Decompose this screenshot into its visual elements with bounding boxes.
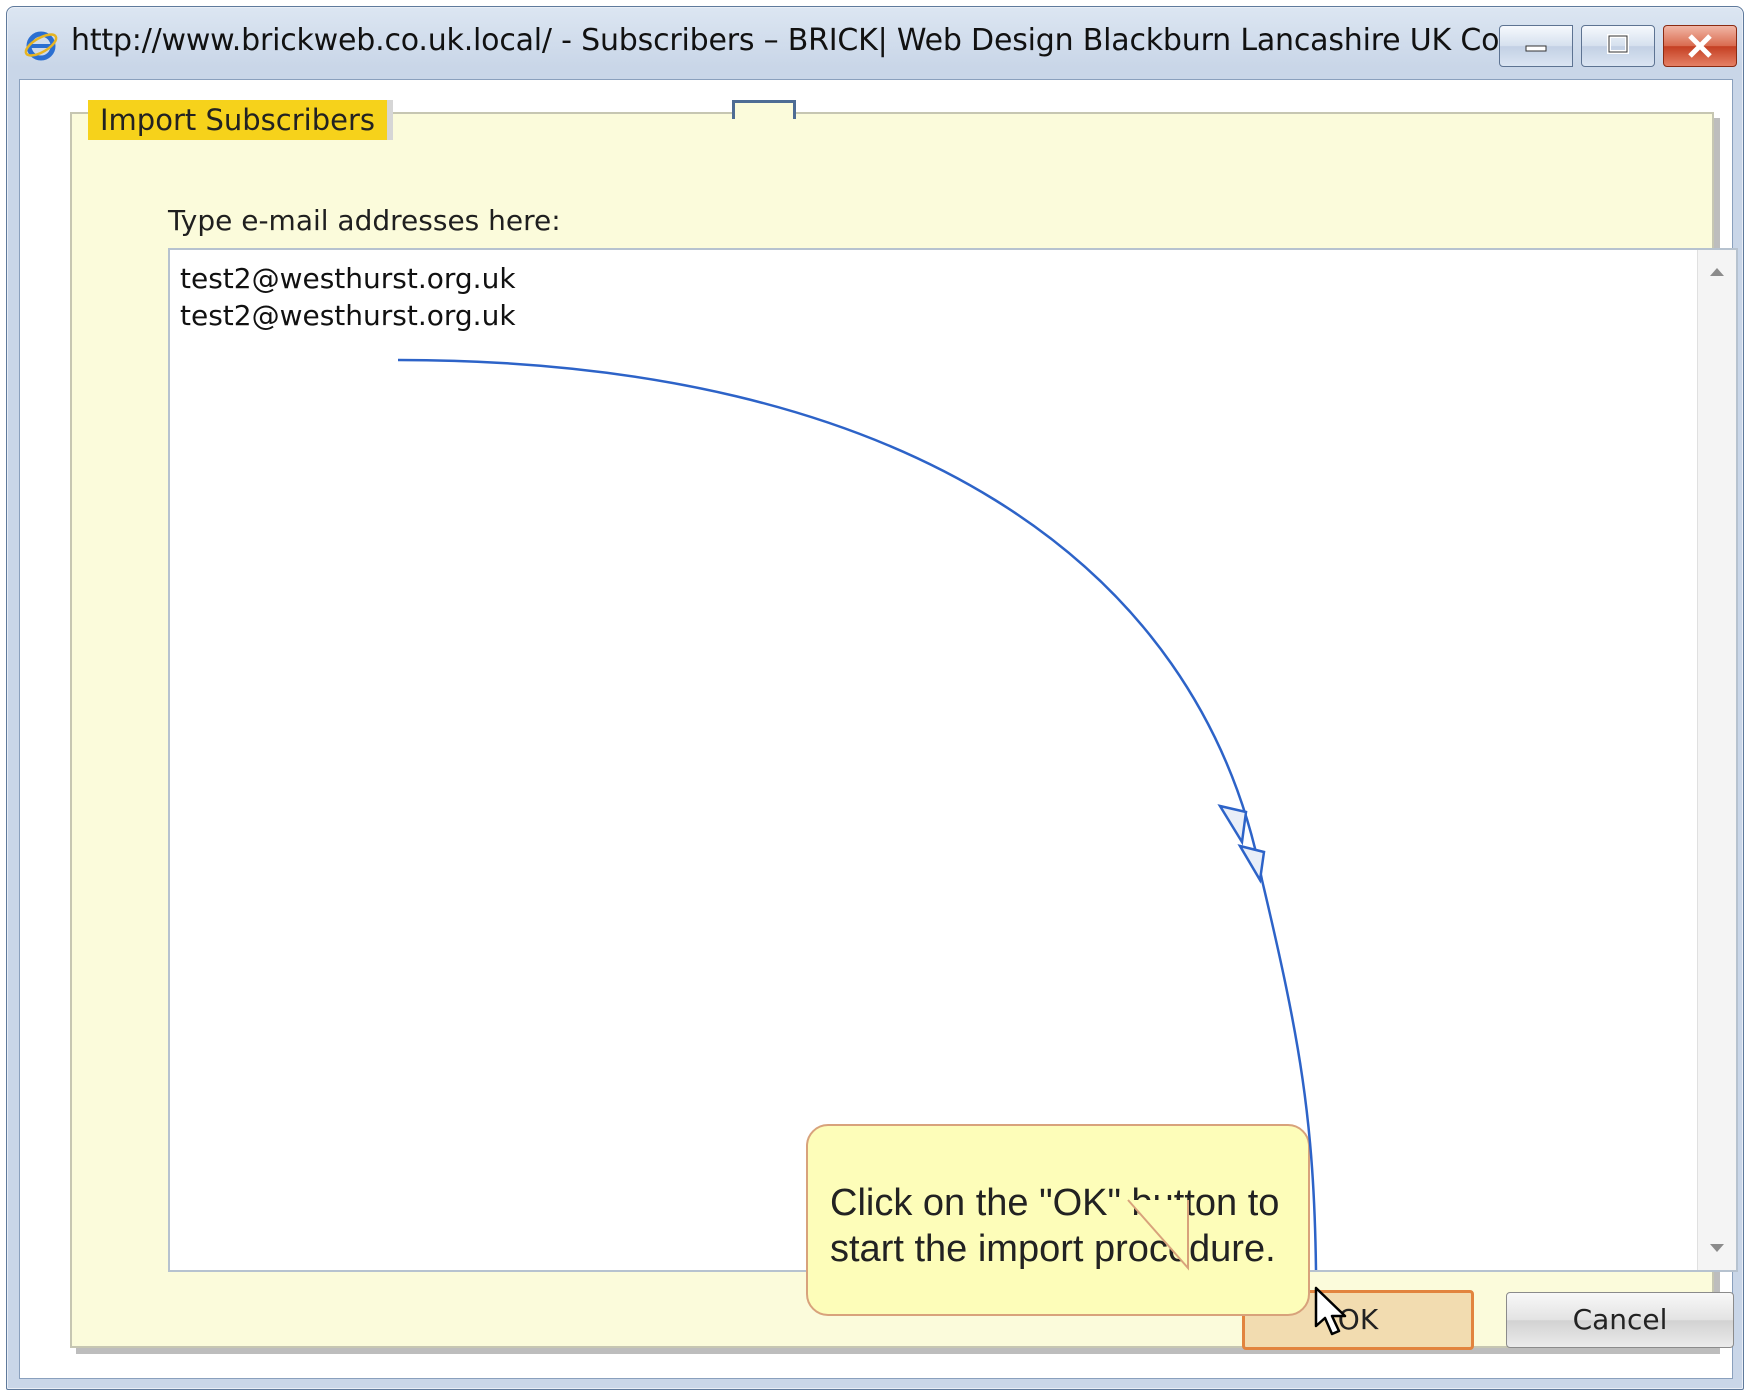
textarea-scrollbar[interactable] (1697, 250, 1736, 1270)
maximize-icon (1607, 34, 1629, 54)
callout-line: Click on the "OK" button to (830, 1182, 1280, 1224)
mouse-pointer-icon (1314, 1286, 1347, 1336)
import-subscribers-panel: Type e-mail addresses here: test2@westhu… (70, 112, 1738, 1350)
maximize-button[interactable] (1581, 25, 1655, 67)
scroll-up-icon[interactable] (1710, 268, 1724, 276)
internet-explorer-icon (24, 31, 58, 61)
email-line: test2@westhurst.org.uk (180, 262, 516, 295)
email-addresses-textarea[interactable]: test2@westhurst.org.uk test2@westhurst.o… (168, 248, 1738, 1272)
minimize-icon (1525, 45, 1547, 52)
email-list: test2@westhurst.org.uk test2@westhurst.o… (180, 260, 516, 334)
panel-handle-icon (732, 100, 796, 119)
email-line: test2@westhurst.org.uk (180, 299, 516, 332)
title-bar[interactable]: http://www.brickweb.co.uk.local/ - Subsc… (7, 7, 1743, 79)
email-prompt-label: Type e-mail addresses here: (168, 204, 561, 237)
import-subscribers-legend: Import Subscribers (88, 100, 393, 140)
callout-line: start the import procedure. (830, 1228, 1276, 1270)
cancel-button[interactable]: Cancel (1506, 1292, 1734, 1348)
dialog-content: Type e-mail addresses here: test2@westhu… (19, 79, 1738, 1379)
window-title: http://www.brickweb.co.uk.local/ - Subsc… (71, 23, 1547, 58)
minimize-button[interactable] (1499, 25, 1573, 67)
close-icon (1688, 34, 1712, 58)
browser-popup-window: http://www.brickweb.co.uk.local/ - Subsc… (6, 6, 1744, 1390)
instruction-callout: Click on the "OK" button to start the im… (806, 1124, 1310, 1316)
callout-text: Click on the "OK" button to start the im… (830, 1180, 1300, 1272)
scroll-down-icon[interactable] (1710, 1244, 1724, 1252)
close-button[interactable] (1663, 25, 1737, 67)
